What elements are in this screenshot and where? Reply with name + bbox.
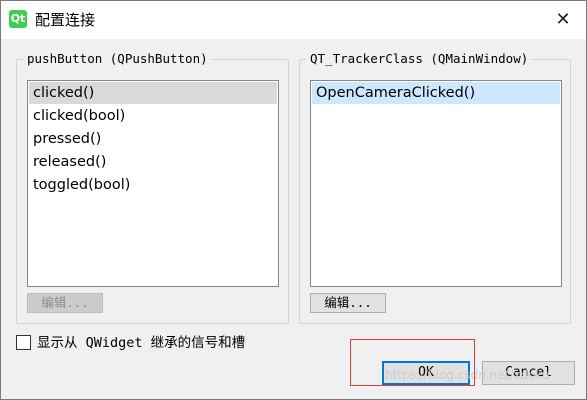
cancel-button[interactable]: Cancel <box>482 361 575 385</box>
show-inherited-checkbox[interactable] <box>16 335 31 350</box>
signal-list[interactable]: clicked() clicked(bool) pressed() releas… <box>27 80 279 287</box>
edit-signals-button[interactable]: 编辑... <box>27 293 103 313</box>
show-inherited-label[interactable]: 显示从 QWidget 继承的信号和槽 <box>37 333 245 353</box>
qt-logo-icon: Qt <box>9 10 27 28</box>
edit-slots-button[interactable]: 编辑... <box>310 293 386 313</box>
receiver-slots-group: QT_TrackerClass (QMainWindow) OpenCamera… <box>299 51 571 324</box>
title-bar[interactable]: Qt 配置连接 ✕ <box>1 1 586 39</box>
sender-signals-group: pushButton (QPushButton) clicked() click… <box>16 51 289 324</box>
slot-list[interactable]: OpenCameraClicked() <box>310 80 562 287</box>
signal-item[interactable]: pressed() <box>29 128 277 150</box>
connection-dialog: Qt 配置连接 ✕ pushButton (QPushButton) click… <box>0 0 587 400</box>
sender-group-title: pushButton (QPushButton) <box>23 51 212 67</box>
slot-item[interactable]: OpenCameraClicked() <box>312 82 560 104</box>
signal-item[interactable]: clicked(bool) <box>29 105 277 127</box>
ok-button[interactable]: OK <box>382 361 470 385</box>
signal-item[interactable]: toggled(bool) <box>29 174 277 196</box>
signal-item[interactable]: released() <box>29 151 277 173</box>
signal-item[interactable]: clicked() <box>29 82 277 104</box>
dialog-title: 配置连接 <box>35 11 96 29</box>
receiver-group-title: QT_TrackerClass (QMainWindow) <box>306 51 533 67</box>
close-icon[interactable]: ✕ <box>546 5 580 35</box>
